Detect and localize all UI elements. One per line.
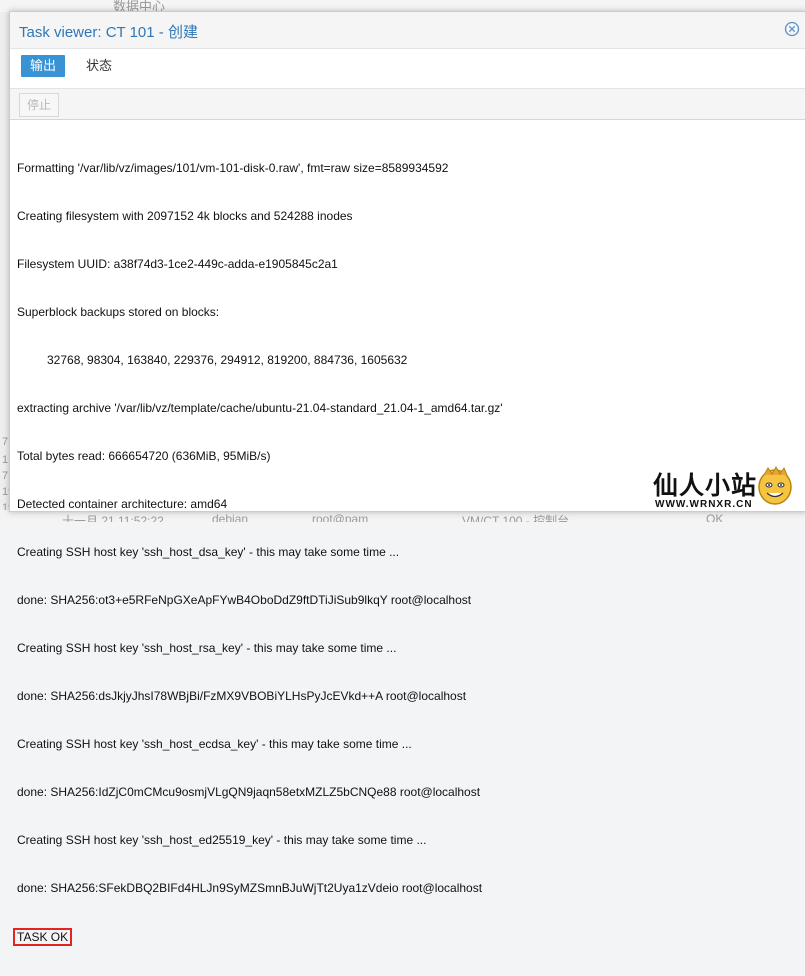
log-line: extracting archive '/var/lib/vz/template… [17, 401, 503, 415]
watermark-url: WWW.WRNXR.CN [655, 499, 753, 510]
log-line: Creating SSH host key 'ssh_host_dsa_key'… [17, 545, 400, 559]
task-log-output: Formatting '/var/lib/vz/images/101/vm-10… [13, 128, 805, 976]
window-title-bar[interactable]: Task viewer: CT 101 - 创建 [10, 12, 805, 49]
log-line: Creating SSH host key 'ssh_host_ed25519_… [17, 833, 427, 847]
log-line: Creating filesystem with 2097152 4k bloc… [17, 209, 353, 223]
log-line: done: SHA256:ot3+e5RFeNpGXeApFYwB4OboDdZ… [17, 593, 472, 607]
background-cell: 7 [2, 436, 9, 448]
log-line: Creating SSH host key 'ssh_host_ecdsa_ke… [17, 737, 412, 751]
toolbar: 停止 [10, 88, 805, 120]
window-title: Task viewer: CT 101 - 创建 [19, 24, 198, 41]
tab-output[interactable]: 输出 [21, 55, 66, 77]
background-cell: 7 [2, 470, 9, 482]
log-line: Creating SSH host key 'ssh_host_rsa_key'… [17, 641, 397, 655]
tab-status[interactable]: 状态 [77, 55, 121, 77]
close-icon[interactable] [784, 21, 800, 37]
log-line: done: SHA256:IdZjC0mCMcu9osmjVLgQN9jaqn5… [17, 785, 481, 799]
log-line: 32768, 98304, 163840, 229376, 294912, 81… [47, 353, 408, 367]
stop-button[interactable]: 停止 [19, 93, 60, 117]
log-line: Filesystem UUID: a38f74d3-1ce2-449c-adda… [17, 257, 338, 271]
log-line: done: SHA256:SFekDBQ2BIFd4HLJn9SyMZSmnBJ… [17, 881, 483, 895]
watermark-text: 仙人小站 [653, 472, 758, 500]
log-line: Superblock backups stored on blocks: [17, 305, 220, 319]
task-viewer-window: Task viewer: CT 101 - 创建 输出 状态 停止 Format… [9, 11, 805, 946]
log-line: Total bytes read: 666654720 (636MiB, 95M… [17, 449, 271, 463]
tab-bar: 输出 状态 [10, 49, 805, 87]
log-line: Formatting '/var/lib/vz/images/101/vm-10… [17, 161, 449, 175]
smiley-face-icon [758, 465, 792, 505]
site-watermark: 仙人小站 WWW.WRNXR.CN [650, 463, 800, 518]
task-ok-status: TASK OK [13, 928, 73, 946]
log-line: done: SHA256:dsJkjyJhsI78WBjBi/FzMX9VBOB… [17, 689, 467, 703]
